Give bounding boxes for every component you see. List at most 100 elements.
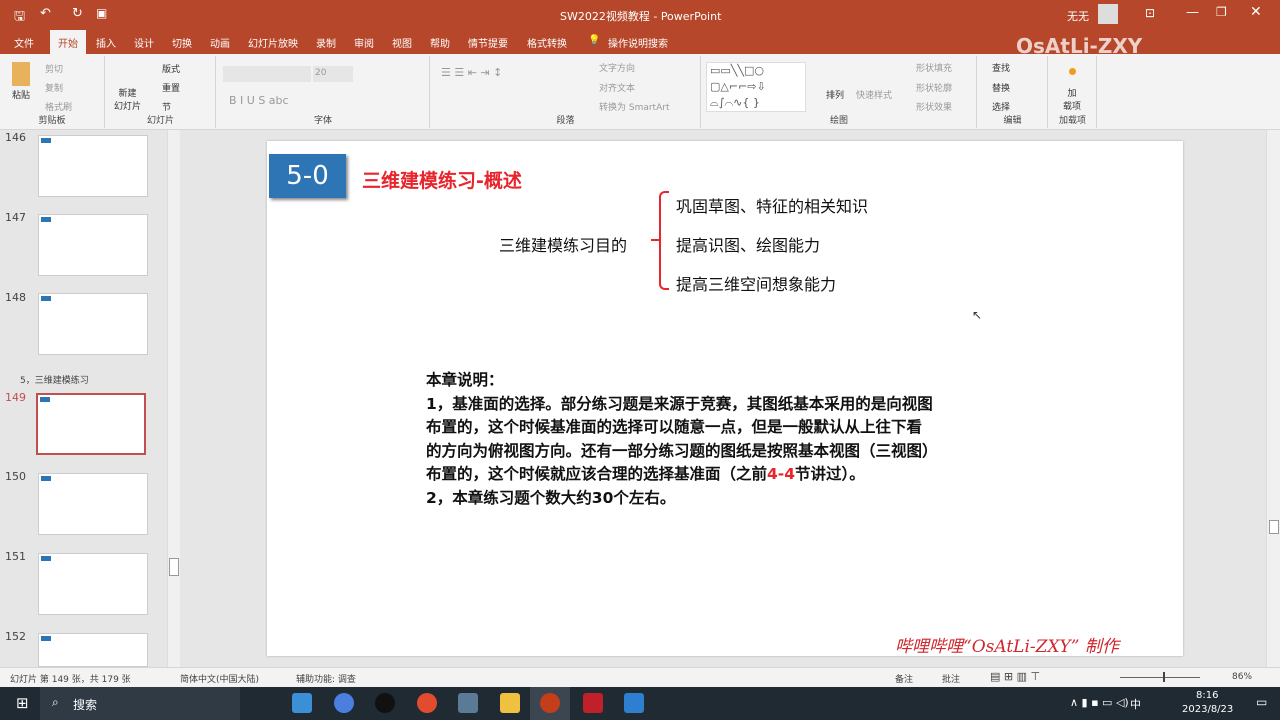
tab-record[interactable]: 录制 [316, 35, 336, 50]
close-button[interactable]: ✕ [1250, 4, 1262, 20]
slide-thumbnail-panel[interactable]: 146 147 148 5，三维建模练习 149 150 151 152 [0, 130, 180, 667]
save-icon[interactable]: 🖫 [14, 7, 25, 29]
slide-thumbnail[interactable] [38, 293, 148, 355]
chrome-icon[interactable] [417, 693, 437, 713]
clipboard-label: 剪贴板 [38, 116, 66, 126]
slide-canvas[interactable]: 5-0 三维建模练习-概述 三维建模练习目的 巩固草图、特征的相关知识 提高识图… [267, 141, 1183, 657]
purpose-label: 三维建模练习目的 [499, 236, 628, 255]
slides-label: 幻灯片 [146, 116, 174, 126]
tab-home[interactable]: 开始 [50, 30, 86, 54]
file-explorer-icon[interactable] [500, 693, 520, 713]
slide-thumbnail[interactable] [38, 633, 148, 667]
tab-storyboard[interactable]: 情节提要 [468, 35, 508, 50]
windows-start-icon[interactable]: ⊞ [16, 694, 29, 712]
thumb-number: 146 [5, 131, 26, 144]
tab-review[interactable]: 审阅 [354, 35, 374, 50]
taskbar-app-icon[interactable] [292, 693, 312, 713]
section-number-badge: 5-0 [269, 154, 346, 198]
cut-button[interactable]: 剪切 [45, 62, 63, 75]
list-buttons[interactable]: ☰ ☰ ⇤ ⇥ ↕ [441, 66, 502, 79]
view-buttons[interactable]: ▤ ⊞ ▥ ⊤ [990, 670, 1040, 683]
copy-button[interactable]: 复制 [45, 81, 63, 94]
shapes-gallery[interactable]: ▭▭╲╲□○ ▢△⌐⌐⇨⇩ ⌓∫⌒∿{ } [706, 62, 806, 112]
paste-icon[interactable] [12, 62, 30, 86]
shape-outline-button[interactable]: 形状轮廓 [916, 81, 952, 94]
user-name[interactable]: 无无 [1067, 8, 1089, 24]
new-slide-button[interactable]: 新建 幻灯片 [114, 86, 141, 112]
zoom-slider[interactable] [1120, 677, 1200, 678]
shape-effects-button[interactable]: 形状效果 [916, 100, 952, 113]
qq-icon[interactable] [375, 693, 395, 713]
minimize-button[interactable]: — [1186, 5, 1199, 20]
tab-format-convert[interactable]: 格式转换 [527, 35, 567, 50]
comments-button[interactable]: 批注 [942, 672, 960, 685]
tab-slideshow[interactable]: 幻灯片放映 [248, 35, 298, 50]
restore-button[interactable]: ❐ [1216, 5, 1227, 19]
arrange-button[interactable]: 排列 [826, 88, 844, 101]
clock-date[interactable]: 2023/8/23 [1182, 704, 1233, 715]
notes-button[interactable]: 备注 [895, 672, 913, 685]
ribbon-display-icon[interactable]: ⊡ [1145, 6, 1155, 20]
section-header[interactable]: 5，三维建模练习 [20, 373, 89, 386]
layout-button[interactable]: 版式 [162, 62, 180, 75]
taskbar: ⊞ ⌕ 搜索 ∧ ▮ ▪ ▭ ◁) 中 8:16 2023/8/23 ▭ [0, 687, 1280, 720]
taskbar-app-icon[interactable] [334, 693, 354, 713]
tab-animations[interactable]: 动画 [210, 35, 230, 50]
smartart-button[interactable]: 转换为 SmartArt [599, 100, 669, 113]
find-button[interactable]: 查找 [992, 61, 1010, 74]
ribbon: 粘贴 剪切 复制 格式刷 剪贴板 新建 幻灯片 版式 重置 节 幻灯片 20 B… [0, 54, 1280, 130]
scroll-thumb[interactable] [169, 558, 179, 576]
zoom-level[interactable]: 86% [1232, 672, 1252, 682]
reset-button[interactable]: 重置 [162, 81, 180, 94]
present-icon[interactable]: ▣ [96, 6, 107, 20]
accessibility-status[interactable]: 辅助功能: 调查 [296, 672, 356, 685]
ime-indicator[interactable]: 中 [1130, 696, 1141, 712]
clock-time[interactable]: 8:16 [1196, 690, 1218, 701]
language-indicator[interactable]: 简体中文(中国大陆) [180, 672, 259, 685]
slide-scrollbar[interactable] [1266, 130, 1280, 667]
scroll-thumb[interactable] [1269, 520, 1279, 534]
tab-file[interactable]: 文件 [14, 35, 34, 50]
format-painter-button[interactable]: 格式刷 [45, 100, 72, 113]
tab-design[interactable]: 设计 [134, 35, 154, 50]
zoom-slider-thumb[interactable] [1163, 672, 1165, 682]
slide-thumbnail-selected[interactable] [36, 393, 146, 455]
notification-icon[interactable]: ▭ [1256, 695, 1267, 709]
text-direction-button[interactable]: 文字方向 [599, 61, 635, 74]
title-bar: 🖫 ↶ ↻ ▣ SW2022视频教程 - PowerPoint 无无 ⊡ — ❐… [0, 0, 1280, 30]
thumbnail-scrollbar[interactable] [167, 130, 180, 667]
tab-help[interactable]: 帮助 [430, 35, 450, 50]
tab-view[interactable]: 视图 [392, 35, 412, 50]
bracket-tip [651, 239, 660, 241]
replace-button[interactable]: 替换 [992, 81, 1010, 94]
tell-me-search[interactable]: 操作说明搜索 [608, 35, 668, 50]
font-size-field[interactable]: 20 [313, 66, 353, 82]
tray-icons[interactable]: ∧ ▮ ▪ ▭ ◁) [1070, 696, 1129, 709]
notes-text: 节讲过）。 [795, 465, 865, 483]
select-button[interactable]: 选择 [992, 100, 1010, 113]
section-button[interactable]: 节 [162, 100, 171, 113]
addins-button[interactable]: 加 载项 [1063, 86, 1081, 112]
slide-thumbnail[interactable] [38, 135, 148, 197]
paste-button[interactable]: 粘贴 [12, 88, 30, 101]
quick-styles-button[interactable]: 快速样式 [856, 88, 892, 101]
align-text-button[interactable]: 对齐文本 [599, 81, 635, 94]
solidworks-icon[interactable] [583, 693, 603, 713]
bold-button[interactable]: B I U S abc [229, 94, 289, 107]
photos-icon[interactable] [624, 693, 644, 713]
notes-line: 2，本章练习题个数大约30个左右。 [426, 488, 676, 507]
slide-thumbnail[interactable] [38, 214, 148, 276]
tab-insert[interactable]: 插入 [96, 35, 116, 50]
thumb-number: 147 [5, 211, 26, 224]
slide-thumbnail[interactable] [38, 473, 148, 535]
avatar[interactable] [1098, 4, 1118, 24]
slide-thumbnail[interactable] [38, 553, 148, 615]
font-name-field[interactable] [223, 66, 311, 82]
undo-icon[interactable]: ↶ [40, 6, 51, 21]
calculator-icon[interactable] [458, 693, 478, 713]
shape-fill-button[interactable]: 形状填充 [916, 61, 952, 74]
tab-transitions[interactable]: 切换 [172, 35, 192, 50]
powerpoint-taskbar-button[interactable] [530, 687, 570, 720]
redo-icon[interactable]: ↻ [72, 6, 83, 21]
search-box[interactable]: ⌕ 搜索 [40, 687, 240, 720]
